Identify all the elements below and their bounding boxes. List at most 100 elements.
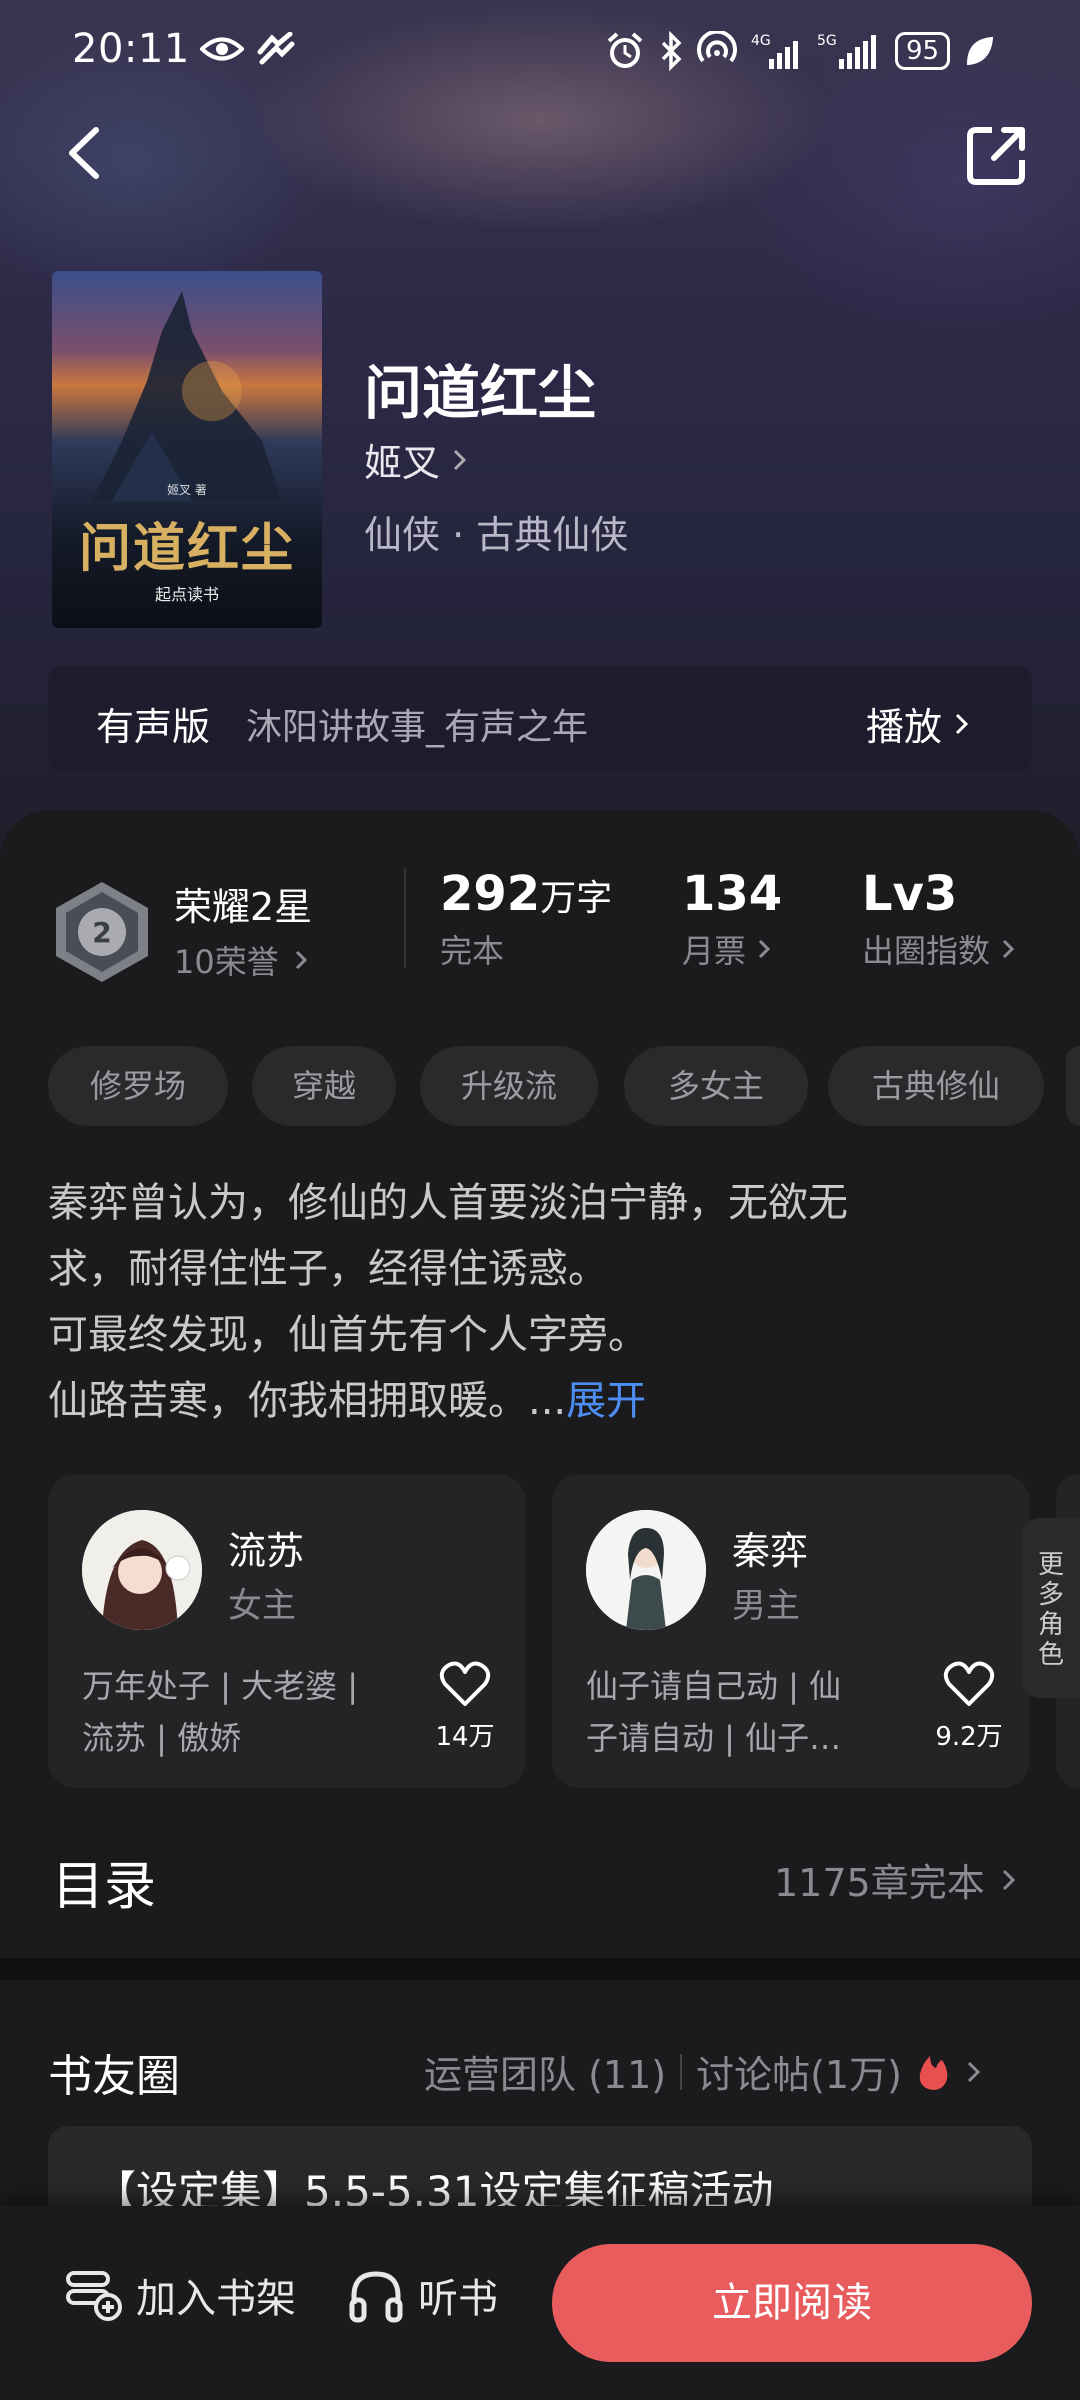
toc-link[interactable]: 1175章完本 xyxy=(774,1852,1019,1907)
add-to-shelf-button[interactable]: 加入书架 xyxy=(64,2266,296,2324)
headphones-icon xyxy=(349,2271,403,2323)
monthly-tickets-label: 月票 xyxy=(682,932,747,970)
eye-icon xyxy=(199,34,245,68)
book-circle-link[interactable]: 运营团队 (11) 讨论帖(1万) xyxy=(424,2044,984,2099)
tag-chip-overflow xyxy=(1066,1046,1080,1126)
discussion-count: 讨论帖(1万) xyxy=(696,2053,902,2097)
book-title: 问道红尘 xyxy=(364,359,597,427)
expand-link[interactable]: 展开 xyxy=(566,1378,646,1424)
chevron-right-icon xyxy=(758,939,771,959)
leaf-icon xyxy=(967,36,994,66)
battery-indicator: 95 xyxy=(895,32,951,70)
add-shelf-icon xyxy=(66,2271,122,2321)
heart-icon xyxy=(439,1661,491,1706)
honor-points: 10荣誉 xyxy=(174,943,279,981)
toc-chapter-count: 1175章完本 xyxy=(774,1861,985,1905)
audio-narrator: 沐阳讲故事_有声之年 xyxy=(246,707,589,748)
toc-title: 目录 xyxy=(52,1857,157,1917)
svg-text:2: 2 xyxy=(92,916,111,949)
hotspot-icon xyxy=(697,31,737,63)
status-time: 20:11 xyxy=(72,26,190,72)
listen-button[interactable]: 听书 xyxy=(346,2266,498,2324)
popularity-index-stat[interactable]: Lv3 出圈指数 xyxy=(862,866,1018,972)
character-name: 秦弈 xyxy=(732,1529,809,1573)
synopsis-line: 求，耐得住性子，经得住诱惑。 xyxy=(48,1246,608,1292)
chevron-right-icon xyxy=(453,449,467,470)
tag-chip[interactable]: 古典修仙 xyxy=(828,1046,1044,1126)
audio-play-label: 播放 xyxy=(866,705,943,749)
character-card[interactable]: 秦弈 男主 仙子请自己动 | 仙 子请自动 | 仙子… 9.2万 xyxy=(552,1474,1030,1788)
character-avatar xyxy=(82,1510,202,1630)
alarm-icon xyxy=(607,32,643,68)
tag-chip[interactable]: 多女主 xyxy=(624,1046,808,1126)
tag-chip[interactable]: 升级流 xyxy=(420,1046,598,1126)
share-button[interactable] xyxy=(962,120,1032,190)
word-count-unit: 万字 xyxy=(540,878,613,919)
character-desc-line: 流苏 | 傲娇 xyxy=(82,1719,242,1757)
character-like-count: 9.2万 xyxy=(935,1722,1003,1752)
character-like-button[interactable]: 14万 xyxy=(424,1660,506,1753)
cover-title: 问道红尘 xyxy=(78,518,295,579)
listen-label: 听书 xyxy=(418,2276,498,2322)
character-avatar xyxy=(586,1510,706,1630)
character-name: 流苏 xyxy=(228,1529,305,1573)
bottom-action-bar: 加入书架 听书 立即阅读 xyxy=(0,2206,1080,2400)
section-separator xyxy=(0,1958,1080,1980)
synopsis-line: 秦弈曾认为，修仙的人首要淡泊宁静，无欲无 xyxy=(48,1180,848,1226)
chevron-right-icon xyxy=(955,713,969,734)
chevron-right-icon xyxy=(967,2061,981,2082)
status-icons: 4G 5G 95 xyxy=(605,26,994,76)
word-count-stat: 292万字 完本 xyxy=(440,866,612,972)
more-characters-button[interactable]: 更多角色 xyxy=(1022,1518,1080,1698)
honor-medal-icon: 2 xyxy=(52,880,152,984)
read-now-button[interactable]: 立即阅读 xyxy=(552,2244,1032,2362)
stats-divider xyxy=(404,868,406,968)
synopsis-line: 可最终发现，仙首先有个人字旁。 xyxy=(48,1312,648,1358)
author-link[interactable]: 姬叉 xyxy=(364,432,470,487)
add-to-shelf-label: 加入书架 xyxy=(136,2276,296,2322)
cover-author: 姬叉 著 xyxy=(167,483,207,497)
honor-title: 荣耀2星 xyxy=(174,885,313,929)
signal-4g-icon: 4G xyxy=(751,33,798,69)
monthly-tickets-stat[interactable]: 134 月票 xyxy=(682,866,782,972)
book-circle-title: 书友圈 xyxy=(48,2051,180,2102)
popularity-index-value: Lv3 xyxy=(862,866,958,922)
more-characters-label: 更多角色 xyxy=(1037,1550,1064,1670)
audio-label: 有声版 xyxy=(96,705,211,749)
author-name: 姬叉 xyxy=(364,441,441,485)
fire-icon xyxy=(919,2055,948,2090)
signal-5g-icon: 5G xyxy=(817,33,876,69)
word-count-label: 完本 xyxy=(440,932,505,970)
heart-icon xyxy=(943,1661,995,1706)
circle-divider xyxy=(680,2053,683,2090)
character-role: 男主 xyxy=(732,1586,800,1626)
synopsis: 秦弈曾认为，修仙的人首要淡泊宁静，无欲无 求，耐得住性子，经得住诱惑。 可最终发… xyxy=(48,1170,1038,1434)
chevron-right-icon xyxy=(1002,1869,1015,1890)
chevron-right-icon xyxy=(1002,939,1015,959)
character-desc: 仙子请自己动 | 仙 子请自动 | 仙子… xyxy=(586,1660,916,1764)
book-cover[interactable]: 姬叉 著 问道红尘 起点读书 xyxy=(52,271,322,628)
tag-chip[interactable]: 修罗场 xyxy=(48,1046,228,1126)
back-button[interactable] xyxy=(56,118,116,188)
word-count-value: 292 xyxy=(440,866,541,922)
honor-link[interactable]: 10荣誉 xyxy=(174,937,311,983)
svg-text:5G: 5G xyxy=(817,33,837,49)
cover-brand: 起点读书 xyxy=(154,585,219,604)
synopsis-line: 仙路苦寒，你我相拥取暖。... xyxy=(48,1378,567,1424)
share-icon xyxy=(967,127,1025,185)
character-desc-line: 仙子请自己动 | 仙 xyxy=(586,1667,842,1705)
monthly-tickets-value: 134 xyxy=(682,866,783,922)
tag-chip[interactable]: 穿越 xyxy=(252,1046,396,1126)
chevron-right-icon xyxy=(295,950,307,970)
link-icon xyxy=(256,31,296,70)
character-role: 女主 xyxy=(228,1586,296,1626)
character-desc: 万年处子 | 大老婆 | 流苏 | 傲娇 xyxy=(82,1660,412,1764)
popularity-index-label: 出圈指数 xyxy=(862,932,991,970)
character-card[interactable]: 流苏 女主 万年处子 | 大老婆 | 流苏 | 傲娇 14万 xyxy=(48,1474,526,1788)
character-like-count: 14万 xyxy=(435,1722,495,1752)
character-like-button[interactable]: 9.2万 xyxy=(928,1660,1010,1753)
character-desc-line: 子请自动 | 仙子… xyxy=(586,1719,842,1757)
book-genre: 仙侠 · 古典仙侠 xyxy=(364,513,629,557)
audio-version-bar[interactable]: 有声版 沐阳讲故事_有声之年 播放 xyxy=(48,666,1032,772)
audio-play-button[interactable]: 播放 xyxy=(866,696,972,751)
